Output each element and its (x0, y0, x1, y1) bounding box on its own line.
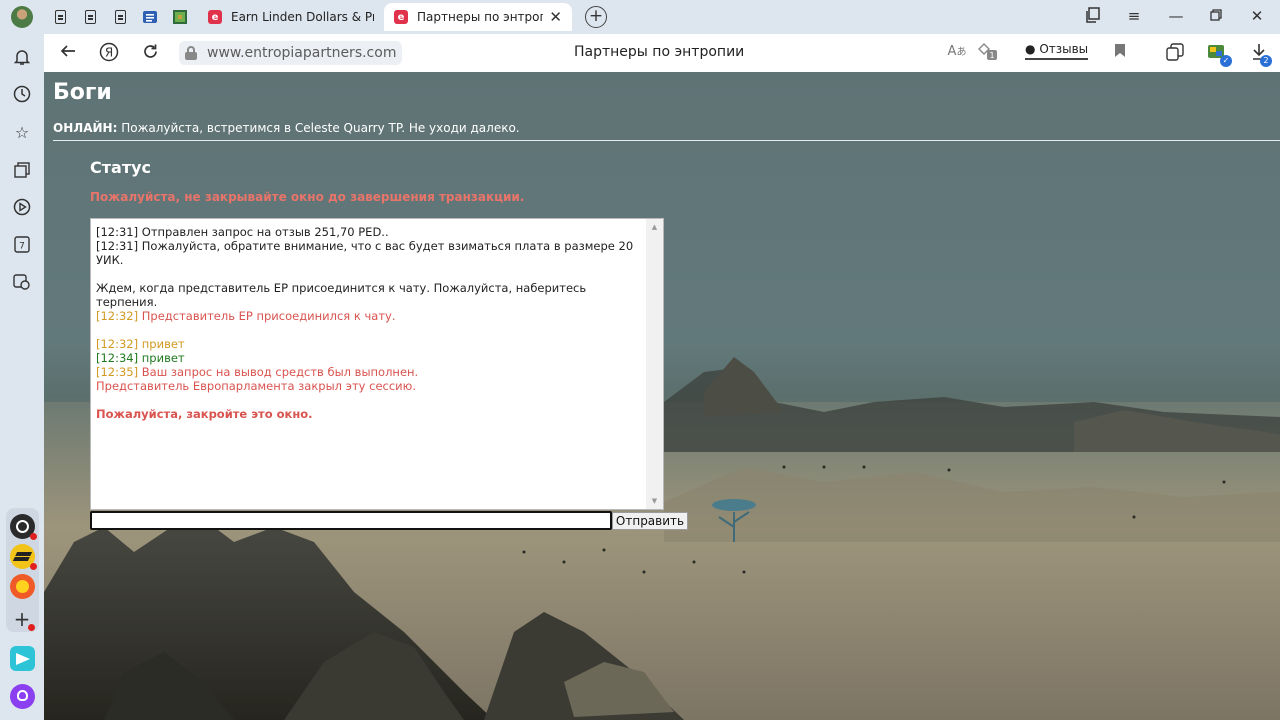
back-arrow-icon[interactable] (57, 43, 79, 64)
chat-line: [12:35] Ваш запрос на вывод средств был … (96, 365, 644, 379)
chat-time: [12:32] (96, 309, 139, 323)
scroll-down-arrow-icon[interactable]: ▼ (646, 497, 663, 505)
close-window-icon[interactable]: ✕ (1247, 7, 1267, 25)
chat-line: [12:31] Отправлен запрос на отзыв 251,70… (96, 225, 389, 239)
chat-line: [12:32] привет (96, 337, 644, 351)
send-button[interactable]: Отправить (612, 512, 688, 530)
restore-icon[interactable] (1206, 7, 1226, 25)
page-title: Партнеры по энтропии (574, 44, 745, 60)
collections-panel-icon[interactable] (1164, 43, 1186, 66)
pinned-tab-document-icon[interactable] (112, 8, 128, 26)
site-favicon-icon: e (208, 10, 222, 24)
chat-text: Ваш запрос на вывод средств был выполнен… (138, 365, 419, 379)
chat-time: [12:34] (96, 351, 139, 365)
bookmark-icon[interactable] (1109, 43, 1131, 63)
app-messenger-icon[interactable] (10, 646, 35, 671)
chat-line: [12:34] привет (96, 351, 644, 365)
chat-time: [12:35] (96, 365, 139, 379)
chat-line: Представитель Европарламента закрыл эту … (96, 379, 416, 393)
bookmarks-panel-icon[interactable] (1083, 7, 1103, 27)
svg-text:Я: Я (105, 46, 113, 60)
translate-icon[interactable]: Aあ (946, 43, 968, 59)
chat-time: [12:32] (96, 337, 139, 351)
chat-scrollbar[interactable]: ▲ ▼ (646, 219, 663, 509)
history-clock-icon[interactable] (12, 84, 32, 104)
chat-log[interactable]: [12:31] Отправлен запрос на отзыв 251,70… (90, 218, 664, 510)
tab-strip: e Earn Linden Dollars & Proje e Партнеры… (0, 0, 1280, 34)
reviews-button[interactable]: ● Отзывы (1025, 42, 1089, 60)
menu-icon[interactable]: ≡ (1124, 7, 1144, 25)
video-play-icon[interactable] (12, 197, 32, 217)
online-label: ОНЛАЙН: (53, 121, 118, 135)
address-toolbar: Я www.entropiapartners.com Партнеры по э… (44, 34, 1280, 72)
downloads-icon[interactable]: 2 (1248, 43, 1272, 67)
scroll-up-arrow-icon[interactable]: ▲ (646, 223, 663, 231)
tab-entropia-partners[interactable]: e Партнеры по энтропии ✕ (384, 3, 572, 31)
close-tab-icon[interactable]: ✕ (549, 8, 562, 26)
app-zen-icon[interactable] (10, 544, 37, 570)
svg-text:7: 7 (19, 241, 25, 251)
tab-label: Earn Linden Dollars & Proje (231, 10, 374, 24)
new-tab-button[interactable]: + (585, 6, 607, 28)
page-heading: Боги (53, 80, 112, 105)
pinned-tab-document-icon[interactable] (82, 8, 98, 26)
online-message: Пожалуйста, встретимся в Celeste Quarry … (117, 121, 520, 135)
minimize-icon[interactable]: — (1166, 7, 1186, 25)
screenshot-camera-icon[interactable] (12, 272, 32, 292)
pinned-tab-map-icon[interactable] (172, 8, 188, 26)
extension-icon[interactable]: ✓ (1206, 43, 1232, 67)
reviews-label: Отзывы (1039, 42, 1089, 56)
profile-avatar[interactable] (11, 6, 33, 28)
calendar-icon[interactable]: 7 (12, 234, 32, 254)
pinned-tab-list-icon[interactable] (142, 8, 158, 26)
yandex-logo-icon[interactable]: Я (98, 42, 120, 67)
chat-blank-line (96, 323, 644, 337)
app-alice-icon[interactable] (10, 514, 37, 540)
chat-line: Пожалуйста, закройте это окно. (96, 407, 313, 421)
lock-icon[interactable] (185, 46, 197, 60)
online-status: ОНЛАЙН: Пожалуйста, встретимся в Celeste… (53, 121, 520, 135)
chat-text: привет (138, 351, 185, 365)
chat-text: привет (138, 337, 185, 351)
svg-text:1: 1 (989, 51, 994, 60)
tab-label: Партнеры по энтропии (417, 10, 543, 24)
collections-icon[interactable] (12, 160, 32, 180)
chat-line: Ждем, когда представитель EP присоединит… (96, 281, 587, 309)
notifications-bell-icon[interactable] (12, 47, 32, 67)
url-text: www.entropiapartners.com (207, 45, 397, 61)
app-alice-assistant-icon[interactable] (10, 684, 35, 709)
pinned-tab-document-icon[interactable] (52, 8, 68, 26)
chat-blank-line (96, 393, 644, 407)
divider (53, 140, 1280, 141)
tab-earn-linden[interactable]: e Earn Linden Dollars & Proje (198, 3, 384, 31)
chat-line: [12:32] Представитель EP присоединился к… (96, 309, 644, 323)
transaction-warning: Пожалуйста, не закрывайте окно до заверш… (90, 190, 525, 204)
chat-bubble-icon: ● (1025, 42, 1036, 56)
extension-check-badge: ✓ (1220, 55, 1232, 67)
site-info-icon[interactable]: 1 (977, 43, 999, 66)
status-heading: Статус (90, 158, 151, 177)
favorites-star-icon[interactable]: ☆ (12, 122, 32, 142)
browser-sidebar: ☆ 7 + (0, 34, 44, 720)
page-content: Боги ОНЛАЙН: Пожалуйста, встретимся в Ce… (44, 72, 1280, 720)
url-bar[interactable]: www.entropiapartners.com (179, 41, 403, 65)
chat-text: Представитель EP присоединился к чату. (138, 309, 396, 323)
chat-blank-line (96, 267, 644, 281)
chat-line: [12:31] Пожалуйста, обратите внимание, ч… (96, 239, 634, 267)
site-favicon-icon: e (394, 10, 408, 24)
downloads-count-badge: 2 (1260, 55, 1272, 67)
message-input[interactable] (90, 511, 612, 530)
reload-icon[interactable] (139, 43, 161, 65)
app-market-icon[interactable] (10, 574, 35, 599)
